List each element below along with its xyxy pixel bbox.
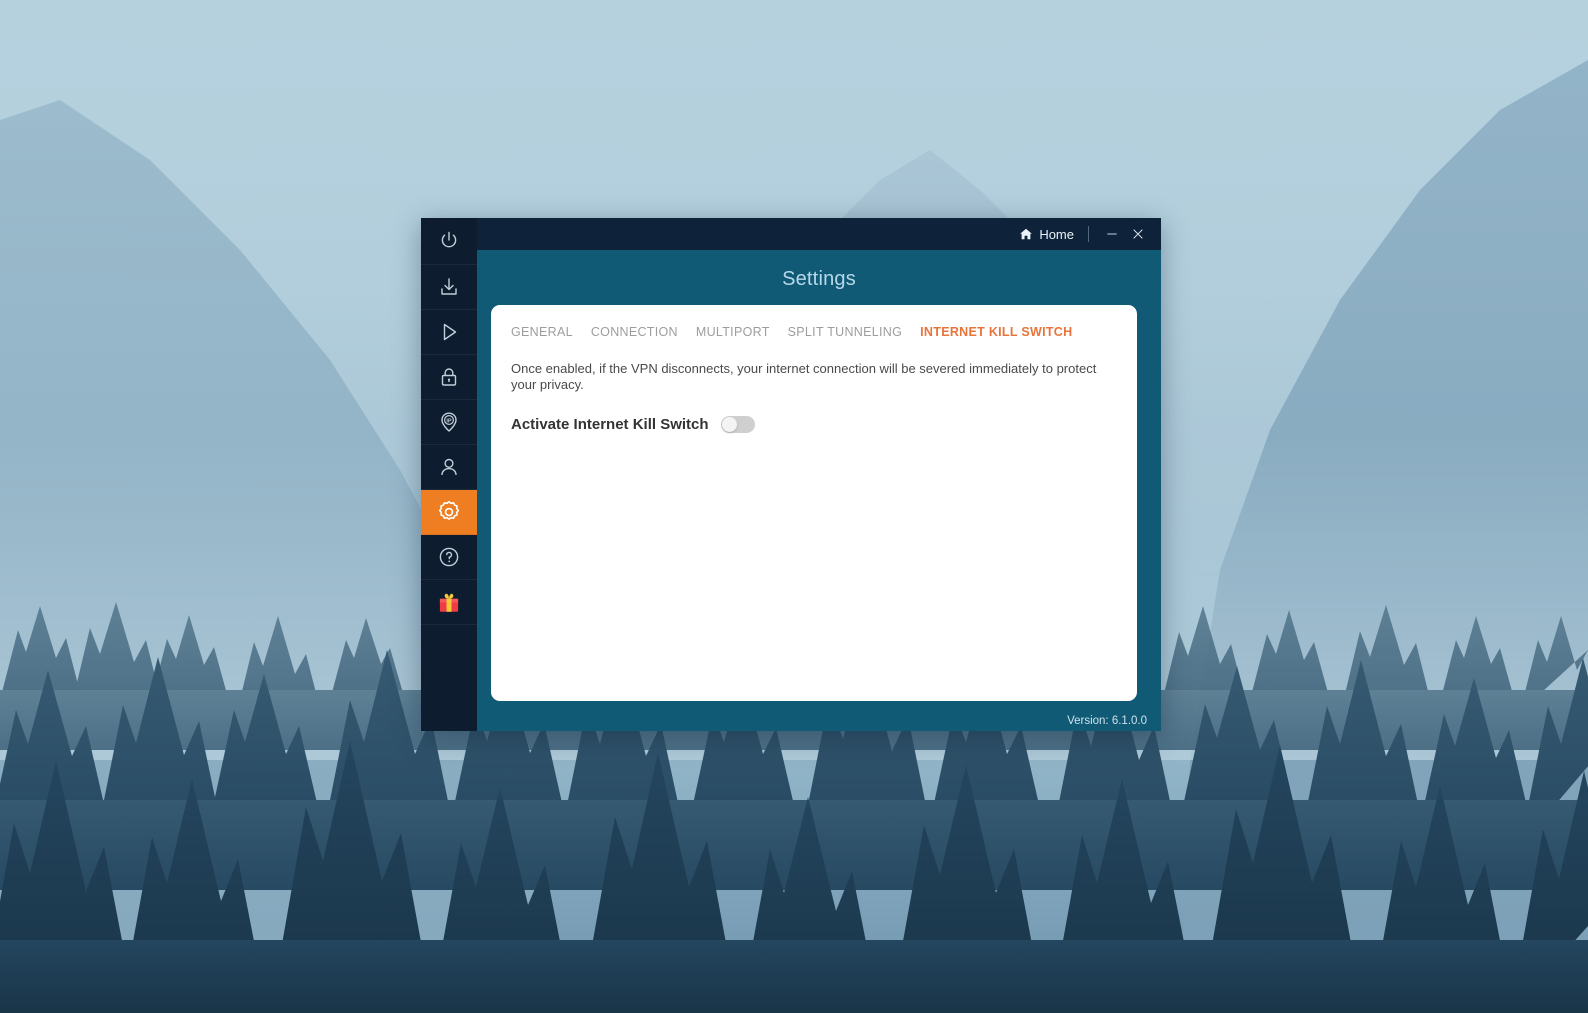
minimize-button[interactable] bbox=[1099, 222, 1125, 246]
version-bar: Version: 6.1.0.0 bbox=[477, 701, 1161, 741]
activate-kill-switch-label: Activate Internet Kill Switch bbox=[511, 415, 709, 433]
sidebar-item-settings[interactable] bbox=[421, 490, 477, 535]
tab-internet-kill-switch[interactable]: INTERNET KILL SWITCH bbox=[920, 325, 1072, 339]
tab-multiport[interactable]: MULTIPORT bbox=[696, 325, 770, 339]
kill-switch-description: Once enabled, if the VPN disconnects, yo… bbox=[511, 361, 1097, 393]
ip-pin-icon: IP bbox=[441, 412, 457, 432]
tab-general[interactable]: GENERAL bbox=[511, 325, 573, 339]
home-icon bbox=[1020, 228, 1033, 240]
home-label: Home bbox=[1039, 226, 1074, 242]
sidebar-item-gift[interactable] bbox=[421, 580, 477, 625]
sidebar-item-download[interactable] bbox=[421, 265, 477, 310]
sidebar-item-help[interactable] bbox=[421, 535, 477, 580]
user-icon bbox=[441, 458, 457, 476]
close-icon bbox=[1133, 229, 1143, 239]
window-titlebar: Home bbox=[477, 218, 1161, 250]
home-button[interactable]: Home bbox=[1013, 227, 1080, 242]
tab-split-tunneling[interactable]: SPLIT TUNNELING bbox=[788, 325, 903, 339]
activate-kill-switch-row: Activate Internet Kill Switch bbox=[509, 415, 1119, 433]
lock-icon bbox=[441, 368, 457, 386]
sidebar-item-lock[interactable] bbox=[421, 355, 477, 400]
vpn-app-window: IP Home Settings GENERAL CONNECTION MULT… bbox=[421, 218, 1161, 731]
settings-panel: GENERAL CONNECTION MULTIPORT SPLIT TUNNE… bbox=[491, 305, 1137, 701]
power-icon bbox=[441, 231, 457, 248]
tab-connection[interactable]: CONNECTION bbox=[591, 325, 678, 339]
download-icon bbox=[441, 278, 457, 295]
play-icon bbox=[443, 323, 457, 341]
version-label: Version: 6.1.0.0 bbox=[1067, 715, 1147, 727]
sidebar-item-power[interactable] bbox=[421, 218, 477, 265]
gift-icon bbox=[439, 593, 459, 612]
svg-text:IP: IP bbox=[446, 419, 452, 425]
panel-wrapper: GENERAL CONNECTION MULTIPORT SPLIT TUNNE… bbox=[477, 305, 1161, 701]
app-main-pane: Home Settings GENERAL CONNECTION MULTIPO… bbox=[477, 218, 1161, 731]
activate-kill-switch-toggle[interactable] bbox=[720, 415, 755, 433]
sidebar-item-account[interactable] bbox=[421, 445, 477, 490]
desktop-background: IP Home Settings GENERAL CONNECTION MULT… bbox=[0, 0, 1588, 1013]
minimize-icon bbox=[1107, 233, 1117, 235]
close-button[interactable] bbox=[1125, 222, 1151, 246]
help-icon bbox=[439, 547, 459, 567]
titlebar-divider bbox=[1088, 226, 1089, 242]
sidebar-item-streaming[interactable] bbox=[421, 310, 477, 355]
app-sidebar: IP bbox=[421, 218, 477, 731]
sidebar-item-ip[interactable]: IP bbox=[421, 400, 477, 445]
gear-icon bbox=[438, 501, 460, 520]
page-title: Settings bbox=[782, 268, 856, 290]
toggle-knob bbox=[721, 416, 737, 432]
settings-tabs: GENERAL CONNECTION MULTIPORT SPLIT TUNNE… bbox=[509, 325, 1119, 339]
